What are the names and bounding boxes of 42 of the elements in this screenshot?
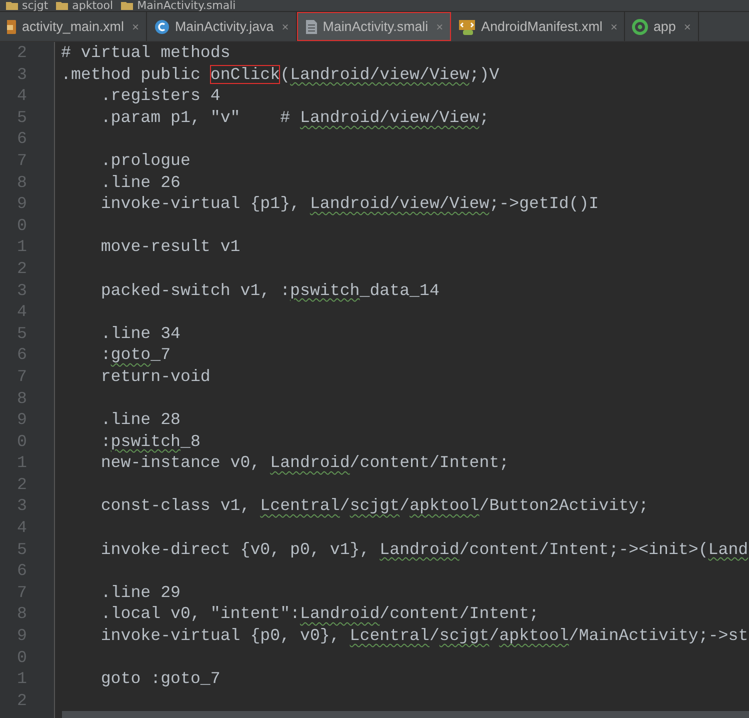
close-button[interactable]: ×: [282, 20, 289, 34]
code-line: .line 26: [100, 172, 180, 194]
close-button[interactable]: ×: [132, 20, 139, 34]
code-line: .registers 4: [100, 85, 220, 107]
code-line: invoke-virtual {p1}, Landroid/view/View;->getId()I: [100, 193, 599, 215]
folder-icon: [56, 1, 68, 10]
editor-tab[interactable]: app ×: [625, 12, 699, 41]
scrollbar[interactable]: [62, 711, 749, 718]
code-line: .local v0, "intent":Landroid/content/Intent;: [100, 603, 539, 626]
breadcrumb-item[interactable]: apktool: [72, 0, 114, 11]
code-line: return-void: [100, 366, 210, 388]
code-line: .prologue: [100, 150, 190, 172]
code-line: new-instance v0, Landroid/content/Intent;: [100, 452, 510, 474]
editor-tab[interactable]: AndroidManifest.xml ×: [451, 12, 626, 41]
manifest-icon: [458, 18, 476, 34]
code-line: invoke-direct {v0, p0, v1}, Landroid/content/Intent;-><init>(Land: [100, 538, 748, 560]
breadcrumb-item[interactable]: scjgt: [22, 0, 48, 11]
code-line: move-result v1: [100, 236, 240, 258]
code-line: .line 34: [100, 322, 180, 344]
code-line: .line 28: [100, 409, 180, 431]
editor-tab[interactable]: MainActivity.java ×: [146, 12, 297, 41]
code-line: :goto_7: [100, 344, 171, 366]
xml-file-icon: [7, 18, 17, 34]
code-line: .param p1, "v" # Landroid/view/View;: [100, 106, 490, 128]
breadcrumb-item[interactable]: MainActivity.smali: [137, 0, 236, 11]
class-icon: [154, 18, 170, 34]
code-line: .method public onClick(Landroid/view/View;)V: [61, 64, 500, 86]
code-line: invoke-virtual {p0, v0}, Lcentral/scjgt/apktool/MainActivity;->st: [100, 625, 748, 647]
code-line: packed-switch v1, :pswitch_data_14: [100, 280, 440, 302]
file-icon: [304, 18, 318, 34]
close-button[interactable]: ×: [610, 20, 618, 34]
editor-tab[interactable]: MainActivity.smali ×: [296, 12, 452, 41]
code-line: .line 29: [100, 582, 180, 604]
code-line: goto :goto_7: [100, 668, 220, 690]
folder-icon: [6, 1, 18, 10]
code-line: :pswitch_8: [100, 430, 200, 452]
close-button[interactable]: ×: [684, 20, 691, 34]
code-line: const-class v1, Lcentral/scjgt/apktool/Button2Activity;: [100, 495, 649, 518]
code-line: # virtual methods: [61, 42, 230, 64]
editor-tab[interactable]: activity_main.xml ×: [0, 12, 147, 41]
folder-icon: [121, 1, 134, 10]
module-icon: [632, 18, 648, 34]
